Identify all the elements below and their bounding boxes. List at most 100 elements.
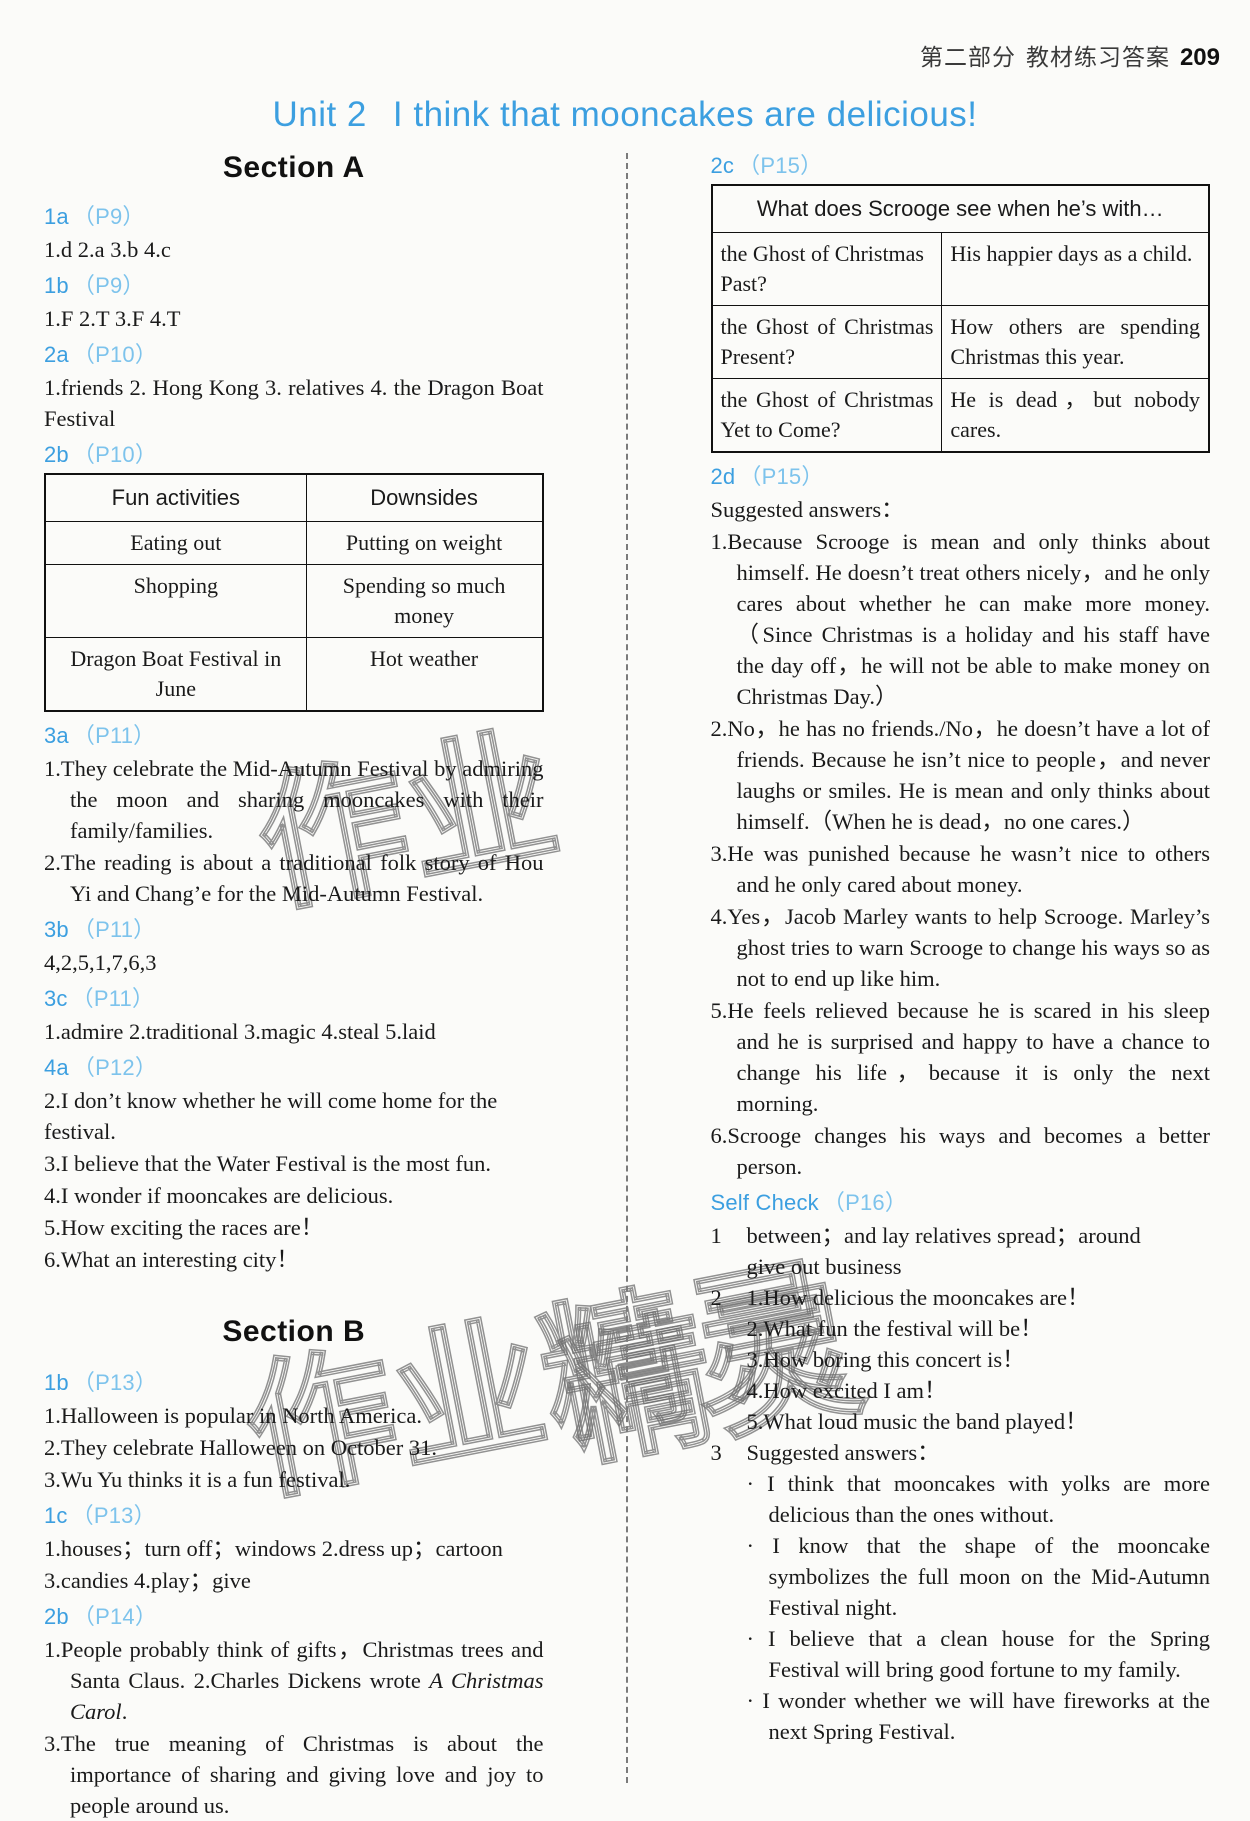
bullet-item: · I wonder whether we will have firework…	[746, 1688, 1211, 1744]
table-cell: Eating out	[44, 521, 307, 565]
answer-line: 2.They celebrate Halloween on October 31…	[44, 1435, 437, 1460]
table-scrooge-ghosts: What does Scrooge see when he’s with… th…	[710, 184, 1210, 453]
label-text: 3a	[44, 723, 69, 748]
label-text: 1a	[44, 204, 69, 229]
table-cell: Hot weather	[305, 637, 544, 712]
answer-line: 1.Because Scrooge is mean and only think…	[710, 529, 1211, 709]
page-header: 第二部分 教材练习答案 209	[920, 38, 1220, 72]
unit-label: Unit 2	[272, 95, 367, 134]
table-row: the Ghost of Christmas Present? How othe…	[710, 305, 1210, 379]
table-row: Eating out Putting on weight	[44, 521, 544, 565]
answer-line: 1.People probably think of gifts，Christm…	[44, 1634, 544, 1727]
table-cell: How others are spending Christmas this y…	[941, 305, 1210, 379]
table-fun-activities: Fun activities Downsides Eating out Putt…	[44, 473, 544, 712]
self-check-body: 1.How delicious the mooncakes are！ 2.Wha…	[747, 1282, 1211, 1437]
self-check-item: 2 1.How delicious the mooncakes are！ 2.W…	[711, 1282, 1211, 1437]
page-ref: （P11）	[72, 917, 156, 942]
answer-line: 4.Yes，Jacob Marley wants to help Scrooge…	[710, 904, 1211, 991]
content-columns: Section A 1a （P9） 1.d 2.a 3.b 4.c 1b （P9） …	[44, 145, 1211, 1818]
answer-line: 2.No，he has no friends./No，he doesn’t ha…	[710, 716, 1211, 834]
label-text: 2d	[710, 464, 736, 489]
page-ref: （P10）	[72, 442, 158, 467]
exercise-label-1c: 1c （P13）	[44, 1498, 544, 1530]
answer-line: 1.They celebrate the Mid-Autumn Festival…	[44, 756, 544, 843]
answer-line: between；and lay relatives spread；around	[746, 1223, 1141, 1248]
table-cell: His happier days as a child.	[941, 232, 1210, 306]
answer-line: 1.houses；turn off；windows 2.dress up；car…	[44, 1536, 503, 1561]
answer-line: 4.I wonder if mooncakes are delicious.	[44, 1183, 394, 1208]
answer-line: 1.admire 2.traditional 3.magic 4.steal 5…	[44, 1019, 436, 1044]
table-cell: Putting on weight	[305, 521, 544, 565]
header-title: 教材练习答案	[1025, 44, 1170, 70]
self-check-body: between；and lay relatives spread；around …	[747, 1220, 1211, 1282]
exercise-label-2c: 2c （P15）	[711, 148, 1211, 180]
page-ref: （P9）	[72, 273, 145, 298]
left-column: Section A 1a （P9） 1.d 2.a 3.b 4.c 1b （P9） …	[44, 145, 544, 1818]
answer-line: 4.How excited I am！	[746, 1378, 947, 1403]
self-check-index: 1	[710, 1223, 722, 1248]
label-text: 3b	[44, 917, 69, 942]
answer-line: 6.Scrooge changes his ways and becomes a…	[710, 1123, 1211, 1179]
answer-line: 1.Halloween is popular in North America.	[44, 1403, 423, 1428]
exercise-label-self-check: Self Check （P16）	[711, 1185, 1211, 1217]
page-ref: （P9）	[72, 204, 145, 229]
answer-line: 5.What loud music the band played！	[746, 1409, 1088, 1434]
answer-line: 3.He was punished because he wasn’t nice…	[710, 841, 1211, 897]
label-text: 1c	[44, 1503, 68, 1528]
exercise-label-3c: 3c （P11）	[44, 981, 544, 1013]
unit-title-text: I think that mooncakes are delicious!	[392, 95, 978, 134]
answer-line: give out business	[746, 1254, 902, 1279]
answer-line: 3.The true meaning of Christmas is about…	[44, 1731, 544, 1818]
label-text: 2a	[44, 342, 69, 367]
column-divider	[625, 153, 629, 1783]
suggested-answers-label: Suggested answers：	[746, 1440, 940, 1465]
exercise-label-1b: 1b （P9）	[44, 268, 544, 300]
table-row: Fun activities Downsides	[44, 474, 544, 522]
label-text: 4a	[44, 1055, 69, 1080]
answer-line: 1.d 2.a 3.b 4.c	[44, 237, 171, 262]
page-ref: （P11）	[71, 986, 155, 1011]
page-ref: （P15）	[739, 464, 824, 489]
self-check-body: Suggested answers： · I think that moonca…	[747, 1437, 1211, 1747]
column-header: What does Scrooge see when he’s with…	[711, 185, 1210, 233]
exercise-label-3a: 3a （P11）	[44, 718, 544, 750]
label-text: Self Check	[710, 1190, 819, 1215]
self-check-index: 2	[710, 1285, 722, 1310]
exercise-label-2a: 2a （P10）	[44, 337, 544, 369]
page-ref: （P11）	[72, 723, 156, 748]
exercise-label-2b-sectionb: 2b （P14）	[44, 1599, 544, 1631]
page-ref: （P14）	[72, 1604, 158, 1629]
label-text: 2b	[44, 442, 69, 467]
page-ref: （P12）	[72, 1055, 158, 1080]
answer-line: 3.Wu Yu thinks it is a fun festival.	[44, 1467, 351, 1492]
answer-line: 5.He feels relieved because he is scared…	[710, 998, 1211, 1116]
answer-line: 3.I believe that the Water Festival is t…	[44, 1151, 492, 1176]
table-row: Shopping Spending so much money	[44, 564, 544, 638]
answer-line: 1.F 2.T 3.F 4.T	[44, 306, 181, 331]
answer-line: 4,2,5,1,7,6,3	[44, 950, 157, 975]
label-text: 1b	[44, 1370, 69, 1395]
table-cell: the Ghost of Christmas Present?	[710, 305, 943, 379]
exercise-label-1b-sectionb: 1b （P13）	[44, 1365, 544, 1397]
exercise-label-3b: 3b （P11）	[44, 912, 544, 944]
column-header: Fun activities	[44, 474, 307, 522]
answer-line: 1.How delicious the mooncakes are！	[746, 1285, 1090, 1310]
answer-line: 3.candies 4.play；give	[44, 1568, 251, 1593]
bullet-item: · I believe that a clean house for the S…	[746, 1626, 1211, 1682]
table-cell: Shopping	[44, 564, 307, 638]
label-text: 1b	[44, 273, 69, 298]
label-text: 3c	[44, 986, 68, 1011]
page-ref: （P13）	[72, 1370, 158, 1395]
answer-text-part2: .	[121, 1699, 128, 1724]
table-row: the Ghost of Christmas Yet to Come? He i…	[710, 378, 1210, 453]
table-cell: the Ghost of Christmas Past?	[710, 232, 943, 306]
column-header: Downsides	[305, 474, 544, 522]
section-b-heading: Section B	[222, 1315, 366, 1348]
label-text: 2c	[710, 153, 735, 178]
table-cell: Spending so much money	[305, 564, 544, 638]
answer-line: 3.How boring this concert is！	[746, 1347, 1025, 1372]
section-a-heading: Section A	[222, 151, 365, 184]
table-cell: Dragon Boat Festival in June	[44, 637, 307, 712]
page-ref: （P16）	[822, 1190, 908, 1215]
answer-line: 2.I don’t know whether he will come home…	[44, 1088, 498, 1144]
